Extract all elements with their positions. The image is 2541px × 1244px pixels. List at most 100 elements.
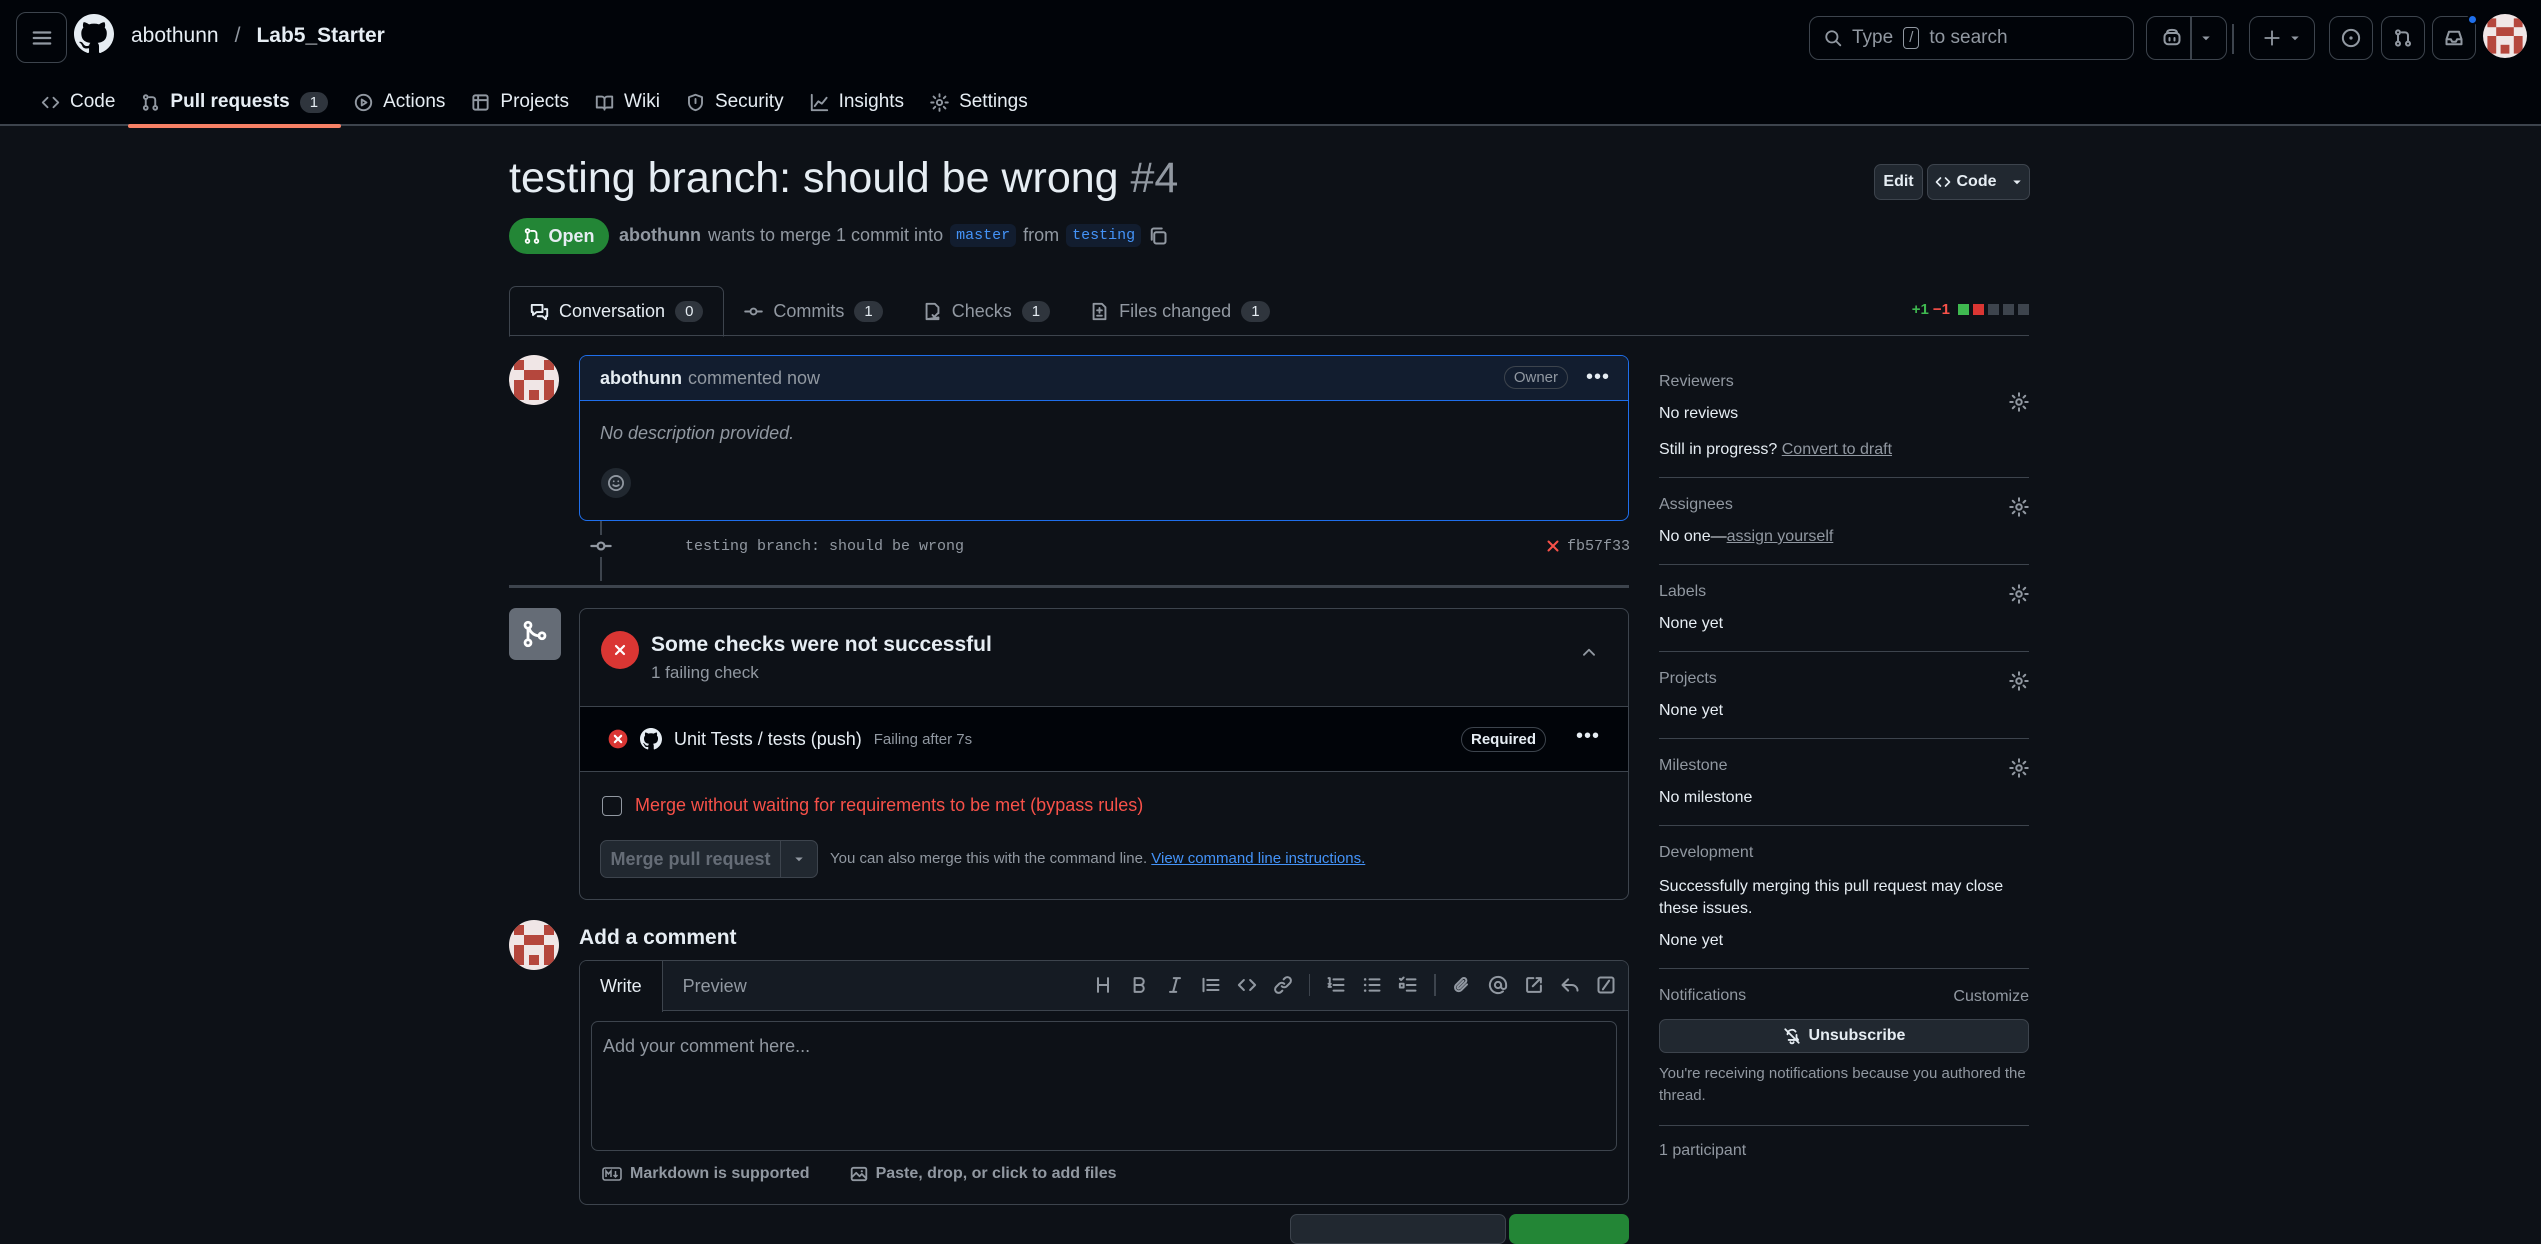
- copilot-button[interactable]: [2146, 16, 2227, 60]
- search-input[interactable]: Type / to search: [1809, 16, 2134, 60]
- copy-icon[interactable]: [1148, 226, 1168, 246]
- issues-button[interactable]: [2329, 16, 2373, 60]
- check-row[interactable]: Unit Tests / tests (push) Failing after …: [580, 707, 1628, 772]
- gear-icon[interactable]: [2009, 497, 2029, 517]
- tab-code-label: Code: [70, 91, 116, 112]
- merge-button[interactable]: Merge pull request: [600, 840, 781, 878]
- command-line-instructions-link[interactable]: View command line instructions.: [1151, 850, 1365, 867]
- toolbar-divider: [1308, 974, 1311, 996]
- tab-actions[interactable]: Actions: [341, 78, 458, 126]
- edit-button[interactable]: Edit: [1874, 164, 1923, 200]
- reply-icon[interactable]: [1560, 975, 1580, 995]
- code-dropdown-button[interactable]: Code: [1927, 164, 2030, 200]
- gear-icon[interactable]: [2009, 584, 2029, 604]
- add-reaction-button[interactable]: [601, 468, 631, 498]
- pr-meta-text: wants to merge 1 commit into: [707, 225, 944, 245]
- link-icon[interactable]: [1273, 975, 1293, 995]
- tab-pull-requests[interactable]: Pull requests 1: [128, 78, 341, 128]
- timeline-divider: [509, 585, 1629, 588]
- comment-discussion-icon: [530, 304, 549, 321]
- tasklist-icon[interactable]: [1398, 975, 1418, 995]
- ordered-list-icon[interactable]: [1326, 975, 1346, 995]
- convert-to-draft-link[interactable]: Convert to draft: [1782, 441, 1892, 458]
- user-avatar[interactable]: [2483, 14, 2527, 58]
- markdown-toolbar: [1093, 974, 1616, 996]
- assignees-prefix: No one—: [1659, 528, 1727, 545]
- bypass-checkbox[interactable]: [602, 795, 622, 816]
- customize-link[interactable]: Customize: [1953, 988, 2029, 1006]
- comment-time[interactable]: commented now: [688, 368, 820, 389]
- chevron-down-icon: [795, 857, 803, 862]
- unordered-list-icon[interactable]: [1362, 975, 1382, 995]
- tab-checks[interactable]: Checks 1: [903, 286, 1070, 336]
- quote-icon[interactable]: [1201, 975, 1221, 995]
- merge-method-dropdown[interactable]: [780, 840, 818, 878]
- markdown-supported-link[interactable]: Markdown is supported: [602, 1165, 810, 1183]
- sidebar-labels: Labels None yet: [1659, 565, 2029, 652]
- paperclip-icon[interactable]: [1452, 975, 1472, 995]
- submit-comment-button[interactable]: [1509, 1214, 1629, 1244]
- tab-wiki[interactable]: Wiki: [582, 78, 673, 126]
- breadcrumb-owner[interactable]: abothunn: [131, 24, 219, 48]
- diffstat-deletions: −1: [1932, 301, 1950, 318]
- commit-message[interactable]: testing branch: should be wrong: [685, 538, 964, 555]
- pr-number: #4: [1130, 154, 1179, 202]
- sidebar-reviewers: Reviewers No reviews Still in progress? …: [1659, 373, 2029, 478]
- close-pull-request-button[interactable]: [1290, 1214, 1506, 1244]
- comment-textarea[interactable]: [591, 1021, 1617, 1151]
- assign-yourself-link[interactable]: assign yourself: [1727, 528, 1834, 545]
- tab-conversation[interactable]: Conversation 0: [509, 286, 725, 337]
- heading-icon[interactable]: [1093, 975, 1113, 995]
- bold-icon[interactable]: [1129, 975, 1149, 995]
- comment-header: abothunn commented now Owner •••: [580, 356, 1628, 401]
- commit-row: testing branch: should be wrong fb57f33: [590, 535, 1630, 557]
- tab-security[interactable]: Security: [673, 78, 797, 126]
- head-branch[interactable]: testing: [1066, 224, 1142, 247]
- tab-preview[interactable]: Preview: [663, 961, 767, 1011]
- unsubscribe-button[interactable]: Unsubscribe: [1659, 1019, 2029, 1053]
- kebab-horizontal-icon[interactable]: •••: [1586, 366, 1610, 389]
- menu-button[interactable]: [16, 12, 67, 63]
- pull-request-icon: [2395, 29, 2411, 47]
- tab-insights[interactable]: Insights: [797, 78, 917, 126]
- chevron-up-icon[interactable]: [1580, 643, 1598, 661]
- smiley-icon: [608, 475, 624, 491]
- tab-conversation-label: Conversation: [559, 301, 666, 321]
- breadcrumb-repo[interactable]: Lab5_Starter: [256, 24, 384, 48]
- mention-icon[interactable]: [1488, 975, 1508, 995]
- slash-command-icon[interactable]: [1596, 975, 1616, 995]
- commit-sha-text: fb57f33: [1566, 537, 1630, 555]
- global-header: abothunn / Lab5_Starter Type / to search…: [0, 0, 2541, 128]
- code-icon[interactable]: [1237, 975, 1257, 995]
- gear-icon[interactable]: [2009, 392, 2029, 412]
- tab-write[interactable]: Write: [580, 961, 663, 1012]
- tab-checks-label: Checks: [951, 300, 1012, 321]
- bypass-checkbox-row[interactable]: Merge without waiting for requirements t…: [602, 795, 1143, 816]
- development-value: None yet: [1659, 932, 1724, 949]
- gear-icon[interactable]: [2009, 671, 2029, 691]
- comment-avatar[interactable]: [509, 355, 559, 405]
- cross-reference-icon[interactable]: [1524, 975, 1544, 995]
- kebab-horizontal-icon[interactable]: •••: [1576, 725, 1600, 748]
- tab-files-changed[interactable]: Files changed 1: [1070, 286, 1289, 336]
- commit-sha[interactable]: fb57f33: [1545, 538, 1630, 555]
- pr-author[interactable]: abothunn: [619, 225, 701, 246]
- tab-settings[interactable]: Settings: [917, 78, 1041, 126]
- tab-commits-count: 1: [854, 300, 883, 322]
- draft-row: Still in progress? Convert to draft: [1659, 441, 2029, 459]
- italic-icon[interactable]: [1165, 975, 1185, 995]
- comment-author[interactable]: abothunn: [600, 368, 682, 389]
- tab-code[interactable]: Code: [28, 78, 128, 126]
- gear-icon[interactable]: [2009, 758, 2029, 778]
- base-branch[interactable]: master: [950, 224, 1017, 247]
- attach-files-button[interactable]: Paste, drop, or click to add files: [850, 1165, 1117, 1183]
- development-description: Successfully merging this pull request m…: [1659, 878, 2004, 917]
- breadcrumb: abothunn / Lab5_Starter: [131, 24, 385, 48]
- github-logo[interactable]: [74, 14, 114, 54]
- inbox-button[interactable]: [2432, 14, 2478, 60]
- identicon-icon: [509, 920, 559, 970]
- tab-projects[interactable]: Projects: [458, 78, 582, 126]
- create-new-button[interactable]: [2249, 16, 2315, 60]
- tab-commits[interactable]: Commits 1: [724, 286, 902, 336]
- pull-requests-button[interactable]: [2381, 16, 2425, 60]
